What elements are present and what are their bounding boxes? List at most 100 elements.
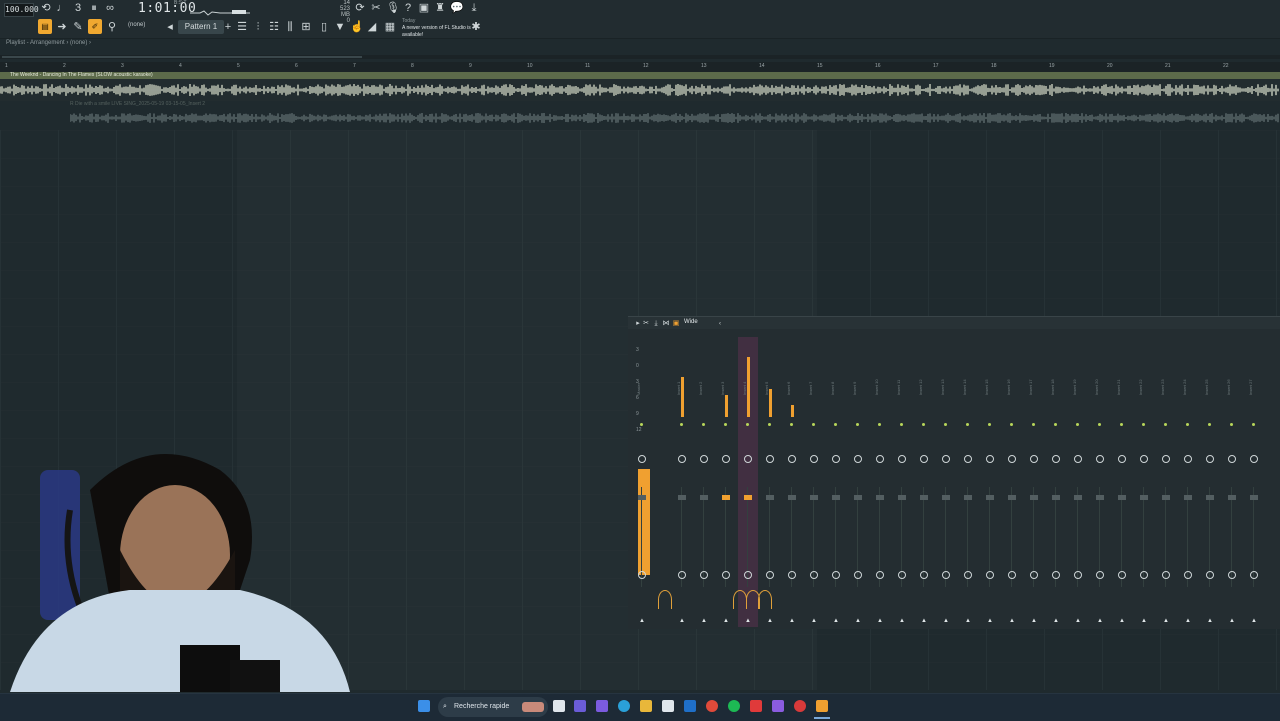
pattern-selector[interactable]: Pattern 1	[178, 20, 224, 34]
mute-led[interactable]	[1032, 423, 1035, 426]
dropdown-arrow-icon[interactable]: ‹	[714, 318, 726, 330]
send-arrow-icon[interactable]: ▲	[1097, 618, 1103, 624]
stereo-separation-knob[interactable]	[920, 571, 928, 579]
mute-led[interactable]	[856, 423, 859, 426]
send-arrow-icon[interactable]: ▲	[1053, 618, 1059, 624]
stamp-icon[interactable]: ⚲	[106, 21, 118, 33]
pan-knob[interactable]	[1250, 455, 1258, 463]
mute-led[interactable]	[966, 423, 969, 426]
pan-knob[interactable]	[832, 455, 840, 463]
pan-knob[interactable]	[1096, 455, 1104, 463]
volume-fader[interactable]	[1184, 495, 1192, 500]
volume-fader[interactable]	[1206, 495, 1214, 500]
stereo-separation-knob[interactable]	[1162, 571, 1170, 579]
mixer-channel[interactable]: Insert 12 ▲	[914, 337, 934, 627]
pan-knob[interactable]	[788, 455, 796, 463]
mixer-channel[interactable]: Insert 27 ▲	[1244, 337, 1264, 627]
countdown-icon[interactable]: 3	[72, 2, 84, 14]
volume-fader[interactable]	[854, 495, 862, 500]
channel-name[interactable]: Insert 26	[1226, 379, 1231, 395]
wait-input-icon[interactable]: ⏸	[88, 2, 100, 14]
mute-led[interactable]	[768, 423, 771, 426]
piano-roll-icon[interactable]: ⫶	[252, 21, 264, 33]
mute-led[interactable]	[1098, 423, 1101, 426]
mixer-channel[interactable]: Insert 2 ▲	[694, 337, 714, 627]
pan-knob[interactable]	[722, 455, 730, 463]
mixer-layout-label[interactable]: Wide	[684, 319, 698, 325]
mixer-channel[interactable]: Insert 20 ▲	[1090, 337, 1110, 627]
pan-knob[interactable]	[898, 455, 906, 463]
mute-led[interactable]	[1208, 423, 1211, 426]
send-arrow-icon[interactable]: ▲	[789, 618, 795, 624]
volume-fader[interactable]	[1030, 495, 1038, 500]
send-arrow-icon[interactable]: ▲	[1207, 618, 1213, 624]
mixer-window[interactable]: ▸ ✂ ⤓ ⋈ ▣ Wide ‹ 3 0 3 6 9 12 Master ▲ Insert 1…	[628, 316, 1280, 629]
outlook-icon[interactable]	[684, 700, 696, 712]
channel-name[interactable]: Insert 6	[786, 382, 791, 395]
plugin-database-icon[interactable]: ▼	[334, 21, 346, 33]
send-arrow-icon[interactable]: ▲	[1185, 618, 1191, 624]
mute-led[interactable]	[724, 423, 727, 426]
mixer-channel[interactable]: Insert 15 ▲	[980, 337, 1000, 627]
browser-icon[interactable]: ⊞	[300, 21, 312, 33]
stereo-separation-knob[interactable]	[832, 571, 840, 579]
mixer-icon[interactable]: ⫼	[284, 21, 296, 33]
arrow-tool-icon[interactable]: ➜	[56, 21, 68, 33]
volume-fader[interactable]	[638, 495, 646, 500]
mute-led[interactable]	[790, 423, 793, 426]
pan-knob[interactable]	[1162, 455, 1170, 463]
mixer-channel[interactable]: Insert 1 ▲	[672, 337, 692, 627]
mixer-channel[interactable]: Insert 26 ▲	[1222, 337, 1242, 627]
mixer-channel[interactable]: Insert 3 ▲	[716, 337, 736, 627]
copilot-icon[interactable]	[574, 700, 586, 712]
pan-knob[interactable]	[964, 455, 972, 463]
pan-knob[interactable]	[1184, 455, 1192, 463]
send-arrow-icon[interactable]: ▲	[987, 618, 993, 624]
mute-led[interactable]	[944, 423, 947, 426]
task-view-icon[interactable]	[553, 700, 565, 712]
mixer-channel[interactable]: Insert 18 ▲	[1046, 337, 1066, 627]
stereo-separation-knob[interactable]	[1206, 571, 1214, 579]
stereo-separation-knob[interactable]	[1052, 571, 1060, 579]
stereo-separation-knob[interactable]	[678, 571, 686, 579]
mic-icon[interactable]: 🎙	[386, 2, 400, 14]
send-arrow-icon[interactable]: ▲	[943, 618, 949, 624]
audio-clip-waveform-secondary[interactable]	[69, 106, 1280, 130]
mixer-channel[interactable]: Insert 16 ▲	[1002, 337, 1022, 627]
send-arrow-icon[interactable]: ▲	[767, 618, 773, 624]
mixer-channel[interactable]: Insert 25 ▲	[1200, 337, 1220, 627]
track-clip-header[interactable]: The Weeknd - Dancing In The Flames (SLOW…	[0, 72, 1280, 79]
discord-icon[interactable]	[772, 700, 784, 712]
mixer-title-bar[interactable]: ▸ ✂ ⤓ ⋈ ▣ Wide ‹	[628, 317, 1280, 329]
send-arrow-icon[interactable]: ▲	[1031, 618, 1037, 624]
update-notice[interactable]: Today A newer version of FL Studio is av…	[402, 18, 472, 39]
volume-fader[interactable]	[876, 495, 884, 500]
pan-knob[interactable]	[876, 455, 884, 463]
stereo-separation-knob[interactable]	[1250, 571, 1258, 579]
record-icon[interactable]	[794, 700, 806, 712]
teams-icon[interactable]	[596, 700, 608, 712]
volume-fader[interactable]	[744, 495, 752, 500]
volume-fader[interactable]	[942, 495, 950, 500]
channel-name[interactable]: Insert 10	[874, 379, 879, 395]
volume-fader[interactable]	[898, 495, 906, 500]
stereo-separation-knob[interactable]	[1030, 571, 1038, 579]
chat-icon[interactable]: 💬	[450, 2, 464, 14]
metronome-icon[interactable]: ♩	[56, 2, 68, 14]
snap-selector[interactable]: (none)	[128, 22, 145, 28]
stereo-separation-knob[interactable]	[898, 571, 906, 579]
volume-fader[interactable]	[700, 495, 708, 500]
mixer-channel[interactable]: Insert 11 ▲	[892, 337, 912, 627]
mute-led[interactable]	[1054, 423, 1057, 426]
pan-knob[interactable]	[766, 455, 774, 463]
pan-knob[interactable]	[920, 455, 928, 463]
volume-fader[interactable]	[986, 495, 994, 500]
send-arrow-icon[interactable]: ▲	[965, 618, 971, 624]
edge-icon[interactable]	[618, 700, 630, 712]
mute-led[interactable]	[922, 423, 925, 426]
windows-start-icon[interactable]	[418, 700, 430, 712]
channel-name[interactable]: Insert 14	[962, 379, 967, 395]
channel-name[interactable]: Insert 17	[1028, 379, 1033, 395]
mixer-channel[interactable]: Insert 8 ▲	[826, 337, 846, 627]
mute-led[interactable]	[1230, 423, 1233, 426]
